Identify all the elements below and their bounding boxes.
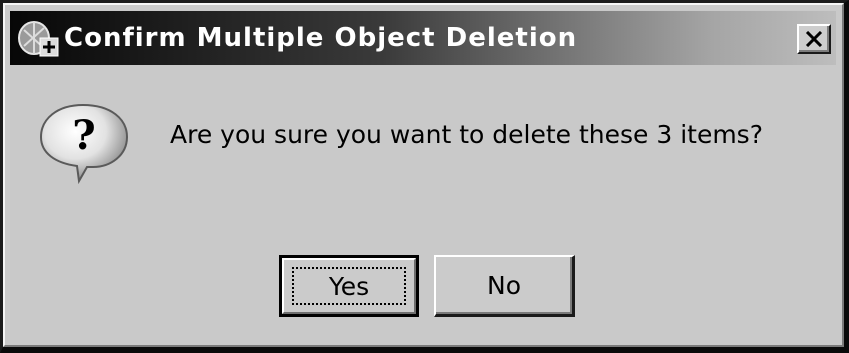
- svg-text:?: ?: [72, 112, 95, 159]
- yes-button-label: Yes: [328, 271, 370, 301]
- no-button-label: No: [487, 271, 521, 300]
- title-bar[interactable]: Confirm Multiple Object Deletion: [10, 11, 836, 65]
- confirm-deletion-dialog: Confirm Multiple Object Deletion ? Are y…: [0, 0, 849, 353]
- confirmation-message: Are you sure you want to delete these 3 …: [170, 120, 763, 149]
- close-button[interactable]: [797, 24, 831, 54]
- question-icon: ?: [35, 101, 135, 185]
- app-icon: [16, 18, 60, 58]
- close-icon: [805, 31, 823, 47]
- no-button[interactable]: No: [434, 255, 575, 317]
- window-title: Confirm Multiple Object Deletion: [64, 23, 578, 53]
- yes-button[interactable]: Yes: [279, 255, 419, 317]
